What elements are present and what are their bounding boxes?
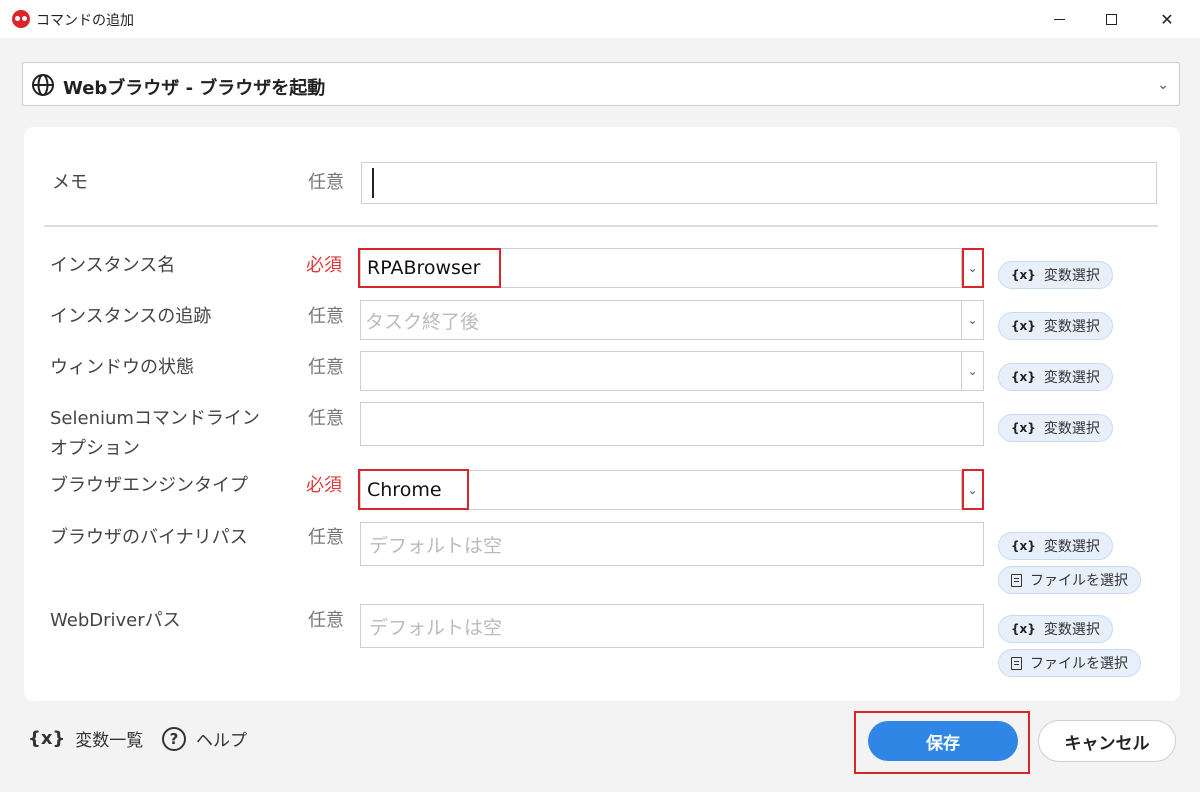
variable-list-link[interactable]: {x} 変数一覧 (28, 726, 143, 751)
var-select-button[interactable]: {x} 変数選択 (998, 312, 1113, 340)
memo-requirement: 任意 (308, 172, 344, 193)
document-icon (1011, 573, 1022, 587)
close-button[interactable]: ✕ (1144, 0, 1190, 38)
selenium-options-input[interactable] (360, 402, 984, 446)
webdriver-path-label: WebDriverパス (50, 610, 181, 631)
document-icon (1011, 656, 1022, 670)
var-select-button[interactable]: {x} 変数選択 (998, 261, 1113, 289)
variable-icon: {x} (1011, 370, 1036, 384)
browser-binary-requirement: 任意 (308, 527, 344, 548)
instance-name-requirement: 必須 (306, 255, 342, 276)
var-select-button[interactable]: {x} 変数選択 (998, 363, 1113, 391)
minimize-button[interactable] (1036, 0, 1082, 38)
file-select-label: ファイルを選択 (1030, 573, 1128, 589)
instance-name-label: インスタンス名 (50, 255, 176, 276)
instance-tracking-placeholder: タスク終了後 (365, 310, 480, 333)
webdriver-path-requirement: 任意 (308, 610, 344, 631)
close-icon: ✕ (1160, 9, 1174, 29)
var-select-button[interactable]: {x} 変数選択 (998, 615, 1113, 643)
webdriver-path-input[interactable]: デフォルトは空 (360, 604, 984, 648)
instance-tracking-requirement: 任意 (308, 306, 344, 327)
memo-input[interactable] (361, 162, 1157, 204)
chevron-down-icon: ⌄ (1157, 77, 1169, 93)
variable-icon: {x} (1011, 421, 1036, 435)
window-state-label: ウィンドウの状態 (50, 357, 194, 378)
maximize-button[interactable] (1088, 0, 1134, 38)
webdriver-path-placeholder: デフォルトは空 (369, 616, 503, 639)
cancel-button[interactable]: キャンセル (1038, 720, 1176, 762)
window-title: コマンドの追加 (36, 13, 134, 29)
highlight-box (358, 469, 469, 510)
globe-icon (32, 74, 54, 96)
var-select-label: 変数選択 (1043, 370, 1100, 386)
browser-binary-placeholder: デフォルトは空 (369, 534, 503, 557)
text-caret (372, 168, 374, 198)
var-select-label: 変数選択 (1043, 622, 1100, 638)
help-icon: ? (162, 726, 186, 751)
variable-icon: {x} (1011, 319, 1036, 333)
variable-icon: {x} (1011, 268, 1036, 282)
var-select-label: 変数選択 (1043, 319, 1100, 335)
chevron-down-icon[interactable]: ⌄ (961, 301, 983, 339)
var-select-label: 変数選択 (1043, 539, 1100, 555)
variable-list-label: 変数一覧 (75, 731, 144, 751)
minimize-icon (1053, 18, 1065, 20)
browser-engine-label: ブラウザエンジンタイプ (50, 475, 248, 496)
chevron-down-icon[interactable]: ⌄ (961, 352, 983, 390)
divider (44, 225, 1158, 227)
variable-icon: {x} (1011, 622, 1036, 636)
selenium-options-requirement: 任意 (308, 408, 344, 429)
file-select-button[interactable]: ファイルを選択 (998, 566, 1141, 594)
form-panel: メモ 任意 インスタンス名 必須 RPABrowser ⌄ {x} 変数選択 イ… (24, 127, 1180, 701)
memo-label: メモ (52, 172, 88, 193)
highlight-box (962, 469, 984, 510)
window-state-requirement: 任意 (308, 357, 344, 378)
file-select-label: ファイルを選択 (1030, 656, 1128, 672)
title-bar: コマンドの追加 ✕ (0, 0, 1200, 38)
browser-binary-label: ブラウザのバイナリパス (50, 527, 248, 548)
variable-icon: {x} (1011, 539, 1036, 553)
selenium-options-label-line2: オプション (50, 438, 140, 459)
selenium-options-label-line1: Seleniumコマンドライン (50, 408, 260, 429)
var-select-label: 変数選択 (1043, 421, 1100, 437)
browser-binary-input[interactable]: デフォルトは空 (360, 522, 984, 566)
command-label: Webブラウザ - ブラウザを起動 (63, 78, 326, 99)
help-label: ヘルプ (196, 731, 247, 751)
save-button[interactable]: 保存 (868, 721, 1018, 761)
browser-engine-requirement: 必須 (306, 475, 342, 496)
var-select-button[interactable]: {x} 変数選択 (998, 532, 1113, 560)
help-link[interactable]: ? ヘルプ (162, 726, 247, 751)
maximize-icon (1105, 13, 1117, 25)
file-select-button[interactable]: ファイルを選択 (998, 649, 1141, 677)
window-state-select[interactable]: ⌄ (360, 351, 984, 391)
command-select[interactable]: Webブラウザ - ブラウザを起動 ⌄ (22, 62, 1180, 106)
variable-icon: {x} (28, 728, 66, 749)
app-logo-icon (12, 10, 30, 28)
highlight-box (962, 248, 984, 288)
instance-tracking-select[interactable]: タスク終了後 ⌄ (360, 300, 984, 340)
var-select-label: 変数選択 (1043, 268, 1100, 284)
var-select-button[interactable]: {x} 変数選択 (998, 414, 1113, 442)
instance-tracking-label: インスタンスの追跡 (50, 306, 212, 327)
highlight-box (358, 248, 501, 288)
